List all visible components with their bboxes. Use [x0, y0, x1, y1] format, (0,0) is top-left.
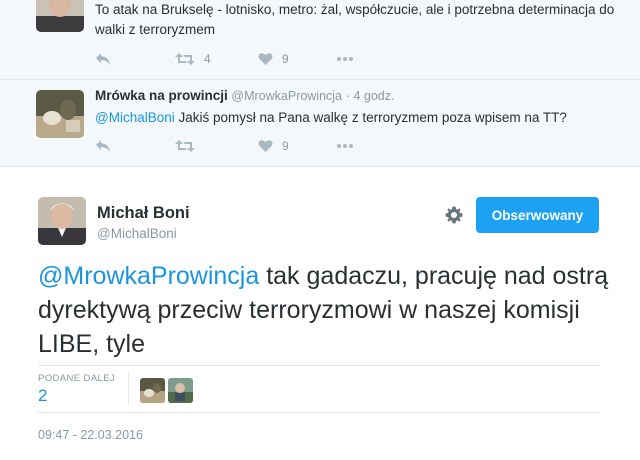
divider — [128, 373, 129, 405]
more-icon — [336, 143, 354, 149]
retweeter-avatar[interactable] — [140, 378, 165, 403]
separator: · — [345, 89, 350, 103]
like-button[interactable]: 9 — [258, 50, 289, 68]
tweet-text: @MrowkaProwincja tak gadaczu, pracuję na… — [38, 259, 618, 361]
tweet-text: To atak na Brukselę - lotnisko, metro: ż… — [95, 2, 615, 37]
author-username[interactable]: @MichalBoni — [97, 226, 177, 241]
following-button[interactable]: Obserwowany — [476, 197, 599, 233]
like-count: 9 — [282, 52, 289, 66]
author-name[interactable]: Michał Boni — [97, 204, 190, 223]
conversation-thread: To atak na Brukselę - lotnisko, metro: ż… — [0, 0, 640, 166]
gear-icon[interactable] — [444, 205, 464, 225]
like-count: 9 — [282, 139, 289, 153]
divider — [38, 365, 600, 366]
retweet-icon — [175, 52, 195, 66]
reply-button[interactable] — [95, 137, 111, 155]
avatar[interactable] — [36, 90, 84, 138]
tweet-actions: 4 9 — [95, 50, 375, 68]
tweet-body: Jakiś pomysł na Pana walkę z terroryzmem… — [174, 110, 567, 125]
heart-icon — [258, 139, 273, 153]
divider — [0, 166, 640, 167]
divider — [38, 412, 600, 413]
retweet-button[interactable] — [175, 137, 195, 155]
reply-icon — [95, 52, 111, 66]
retweeter-avatar[interactable] — [168, 378, 193, 403]
tweet-time[interactable]: 4 godz. — [353, 89, 394, 103]
mention-link[interactable]: @MichalBoni — [95, 110, 175, 125]
heart-icon — [258, 52, 273, 66]
tweet-text: @MichalBoni Jakiś pomysł na Pana walkę z… — [95, 108, 625, 128]
more-button[interactable] — [336, 50, 354, 68]
avatar[interactable] — [38, 197, 86, 245]
retweet-button[interactable]: 4 — [175, 50, 211, 68]
tweet-header: Mrówka na prowincji @MrowkaProwincja · 4… — [95, 88, 394, 103]
tweet-actions: 9 — [95, 137, 375, 155]
tweet-timestamp[interactable]: 09:47 - 22.03.2016 — [38, 428, 143, 442]
avatar[interactable] — [36, 0, 84, 32]
retweets-count[interactable]: 2 — [38, 386, 47, 406]
reply-button[interactable] — [95, 50, 111, 68]
author-name[interactable]: Mrówka na prowincji — [95, 88, 228, 103]
more-icon — [336, 56, 354, 62]
author-username[interactable]: @MrowkaProwincja — [231, 89, 342, 103]
more-button[interactable] — [336, 137, 354, 155]
thread-tweet[interactable]: To atak na Brukselę - lotnisko, metro: ż… — [0, 0, 640, 79]
mention-link[interactable]: @MrowkaProwincja — [38, 262, 259, 290]
like-button[interactable]: 9 — [258, 137, 289, 155]
retweet-count: 4 — [204, 52, 211, 66]
retweets-label: PODANE DALEJ — [38, 373, 116, 384]
reply-icon — [95, 139, 111, 153]
retweet-icon — [175, 139, 195, 153]
